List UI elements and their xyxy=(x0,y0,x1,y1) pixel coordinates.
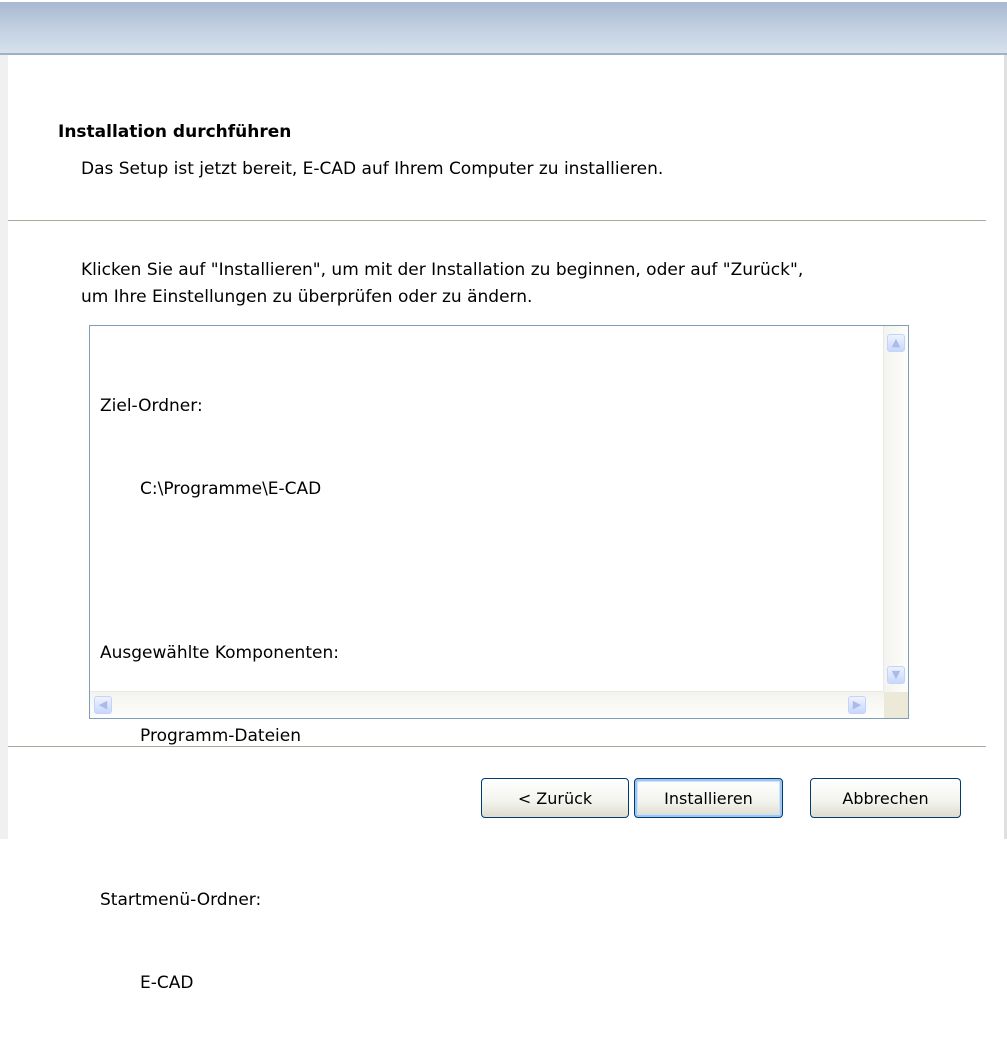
instruction-line-1: Klicken Sie auf "Installieren", um mit d… xyxy=(81,260,804,280)
destination-folder-value: C:\Programme\E-CAD xyxy=(140,478,322,499)
footer-separator xyxy=(8,746,986,748)
header-divider xyxy=(0,53,1007,55)
page-title: Installation durchführen xyxy=(58,122,292,142)
ready-summary-memo[interactable]: Ziel-Ordner: C:\Programme\E-CAD Ausgewäh… xyxy=(89,325,909,993)
scroll-up-icon[interactable]: ▲ xyxy=(887,334,905,352)
back-button[interactable]: < Zurück xyxy=(481,778,629,818)
horizontal-scrollbar[interactable]: ◀ ▶ xyxy=(90,691,884,718)
scrollbar-corner xyxy=(884,692,908,718)
destination-folder-label: Ziel-Ordner: xyxy=(100,396,203,416)
window-header-band xyxy=(0,0,1007,53)
header-separator xyxy=(8,220,986,222)
start-menu-folder-value: E-CAD xyxy=(140,972,194,993)
page-subtitle: Das Setup ist jetzt bereit, E-CAD auf Ih… xyxy=(81,159,664,179)
scroll-right-icon[interactable]: ▶ xyxy=(848,696,866,714)
scroll-down-icon[interactable]: ▼ xyxy=(887,666,905,684)
install-button[interactable]: Installieren xyxy=(634,778,783,818)
vertical-scrollbar[interactable]: ▲ ▼ xyxy=(883,326,908,692)
start-menu-folder-label: Startmenü-Ordner: xyxy=(100,890,262,910)
cancel-button[interactable]: Abbrechen xyxy=(810,778,961,818)
instruction-text: Klicken Sie auf "Installieren", um mit d… xyxy=(81,257,961,311)
scroll-left-icon[interactable]: ◀ xyxy=(94,696,112,714)
selected-components-label: Ausgewählte Komponenten: xyxy=(100,643,339,663)
instruction-line-2: um Ihre Einstellungen zu überprüfen oder… xyxy=(81,287,533,307)
window-left-border xyxy=(0,55,8,839)
